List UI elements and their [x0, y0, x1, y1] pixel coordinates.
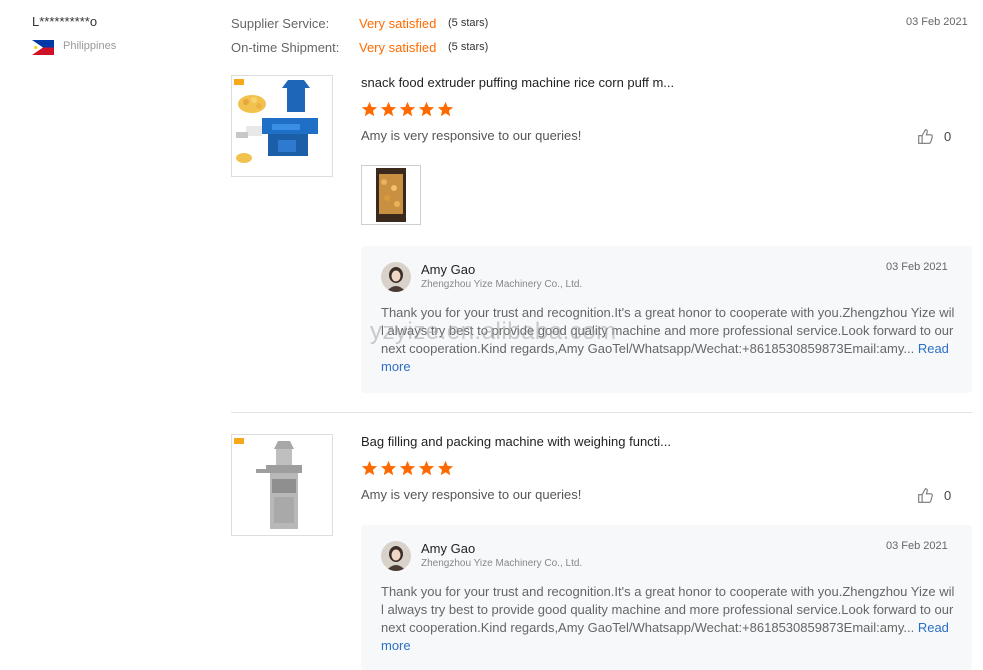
reviewer-country: Philippines [63, 40, 117, 52]
star-icon [437, 101, 454, 117]
shipment-stars: (5 stars) [448, 41, 489, 53]
like-button[interactable]: 0 [917, 128, 951, 145]
reply-text: Thank you for your trust and recognition… [381, 583, 957, 655]
star-icon [418, 460, 435, 476]
reply-date: 03 Feb 2021 [886, 261, 948, 273]
puffed-snack-photo [362, 166, 420, 224]
supplier-service-label: Supplier Service: [231, 16, 330, 31]
star-icon [380, 460, 397, 476]
reply-date: 03 Feb 2021 [886, 540, 948, 552]
like-button[interactable]: 0 [917, 487, 951, 504]
review-comment: Amy is very responsive to our queries! [361, 128, 582, 143]
like-count: 0 [944, 129, 952, 144]
product-title[interactable]: snack food extruder puffing machine rice… [361, 75, 674, 90]
shipment-value: Very satisfied [359, 40, 437, 55]
product-thumbnail[interactable] [231, 434, 333, 536]
reply-text: Thank you for your trust and recognition… [381, 304, 957, 376]
product-rating-stars [361, 101, 454, 118]
product-thumbnail[interactable] [231, 75, 333, 177]
supplier-service-value: Very satisfied [359, 16, 437, 31]
star-icon [437, 460, 454, 476]
like-count: 0 [944, 488, 952, 503]
philippines-flag-icon [32, 40, 54, 55]
replier-name: Amy Gao [421, 541, 476, 556]
review-date: 03 Feb 2021 [906, 16, 968, 28]
supplier-service-stars: (5 stars) [448, 17, 489, 29]
star-icon [399, 460, 416, 476]
thumbs-up-icon [918, 129, 933, 144]
review-divider [231, 412, 972, 413]
star-icon [399, 101, 416, 117]
reply-body: Thank you for your trust and recognition… [381, 584, 955, 635]
packing-machine-image [232, 435, 332, 535]
avatar [381, 541, 411, 571]
review-attachment-image[interactable] [361, 165, 421, 225]
replier-name: Amy Gao [421, 262, 476, 277]
star-icon [361, 101, 378, 117]
review-comment: Amy is very responsive to our queries! [361, 487, 582, 502]
thumbs-up-icon [918, 488, 933, 503]
star-icon [380, 101, 397, 117]
extruder-machine-image [232, 76, 332, 176]
star-icon [361, 460, 378, 476]
product-title[interactable]: Bag filling and packing machine with wei… [361, 434, 671, 449]
replier-company: Zhengzhou Yize Machinery Co., Ltd. [421, 279, 583, 290]
replier-company: Zhengzhou Yize Machinery Co., Ltd. [421, 558, 583, 569]
reply-body: Thank you for your trust and recognition… [381, 305, 955, 356]
shipment-label: On-time Shipment: [231, 40, 340, 55]
reviewer-name: L**********o [32, 14, 98, 29]
avatar [381, 262, 411, 292]
product-rating-stars [361, 460, 454, 477]
star-icon [418, 101, 435, 117]
